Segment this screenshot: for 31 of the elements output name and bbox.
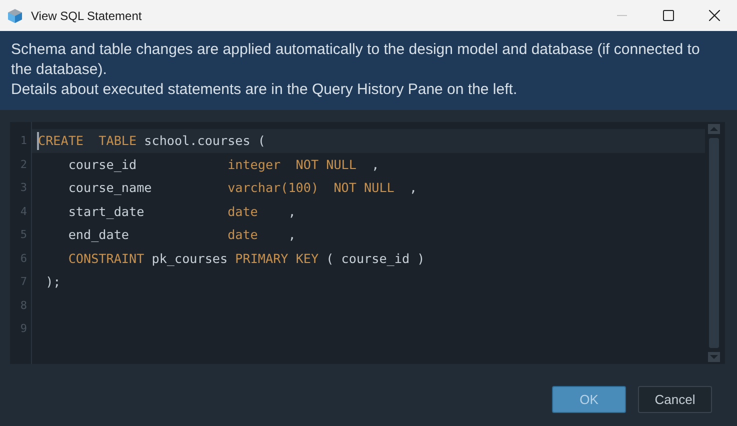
scrollbar-thumb[interactable] xyxy=(709,138,719,348)
sql-text: , xyxy=(287,226,296,244)
info-text: Details about executed statements are in the Query History Pane on the left. xyxy=(11,80,518,100)
sql-keyword: CREATE TABLE xyxy=(38,132,137,150)
sql-text: , xyxy=(370,156,380,174)
sql-text: , xyxy=(408,179,418,197)
sql-text: course_name xyxy=(67,179,153,197)
sql-keyword: CONSTRAINT xyxy=(67,250,144,268)
minimize-icon[interactable] xyxy=(617,14,627,16)
sql-keyword: date xyxy=(228,202,258,220)
maximize-icon[interactable] xyxy=(662,10,674,21)
sql-text: start_date xyxy=(67,202,146,221)
cancel-button[interactable]: Cancel xyxy=(638,386,712,413)
info-text: Schema and table changes are applied automatically to the design model and database (if connected to the database). xyxy=(11,40,701,80)
sql-text: school.courses ( xyxy=(143,132,266,150)
sql-text: end_date xyxy=(67,226,130,244)
scroll-down-icon[interactable] xyxy=(708,352,720,362)
sql-keyword: integer NOT NULL xyxy=(228,156,356,174)
sql-keyword: date xyxy=(228,226,258,244)
sql-text: course_id xyxy=(67,156,138,174)
app-icon xyxy=(7,8,23,24)
sql-text: pk_courses xyxy=(150,250,229,268)
sql-keyword: PRIMARY KEY xyxy=(235,250,319,268)
window-title: View SQL Statement xyxy=(31,8,143,22)
close-icon[interactable] xyxy=(708,10,720,21)
sql-keyword: varchar(100) NOT NULL xyxy=(228,179,394,197)
sql-text: ( course_id ) xyxy=(325,250,425,268)
sql-text: , xyxy=(287,202,296,220)
scroll-up-icon[interactable] xyxy=(708,124,720,134)
sql-text: ); xyxy=(44,273,61,291)
text-cursor xyxy=(37,132,39,150)
